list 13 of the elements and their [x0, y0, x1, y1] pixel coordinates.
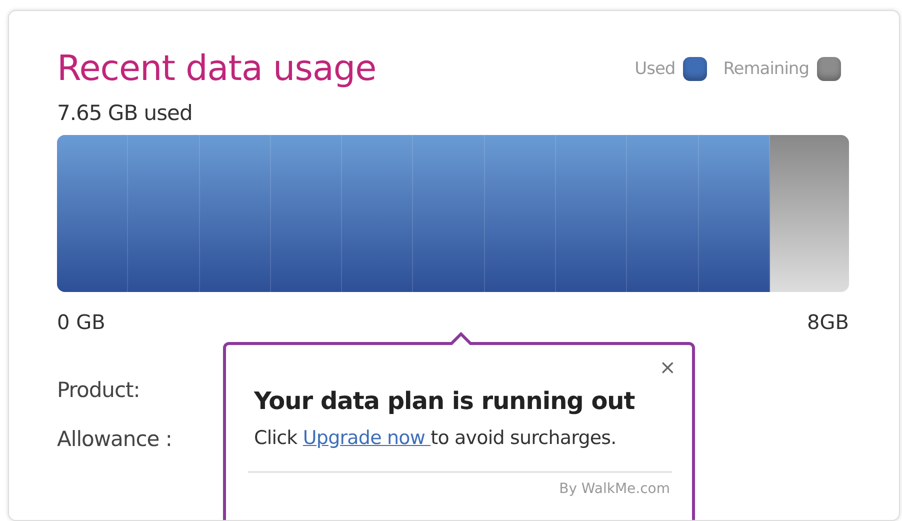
detail-label: Product: — [57, 378, 140, 402]
used-amount: 7.65 GB used — [57, 101, 194, 125]
legend-label: Used — [634, 59, 676, 79]
scale-min-label: 0 GB — [57, 310, 106, 334]
tooltip-text: Click Upgrade now to avoid surcharges. — [254, 427, 618, 449]
legend-label: Remaining — [723, 59, 809, 79]
detail-label: Allowance : — [57, 427, 172, 451]
close-button[interactable]: × — [659, 355, 676, 379]
tooltip-footer: By WalkMe.com — [254, 481, 670, 497]
tooltip-title: Your data plan is running out — [254, 387, 636, 415]
card-title: Recent data usage — [57, 49, 376, 89]
upgrade-link[interactable]: Upgrade now — [302, 427, 431, 449]
scale-max-label: 8GB — [807, 310, 849, 334]
